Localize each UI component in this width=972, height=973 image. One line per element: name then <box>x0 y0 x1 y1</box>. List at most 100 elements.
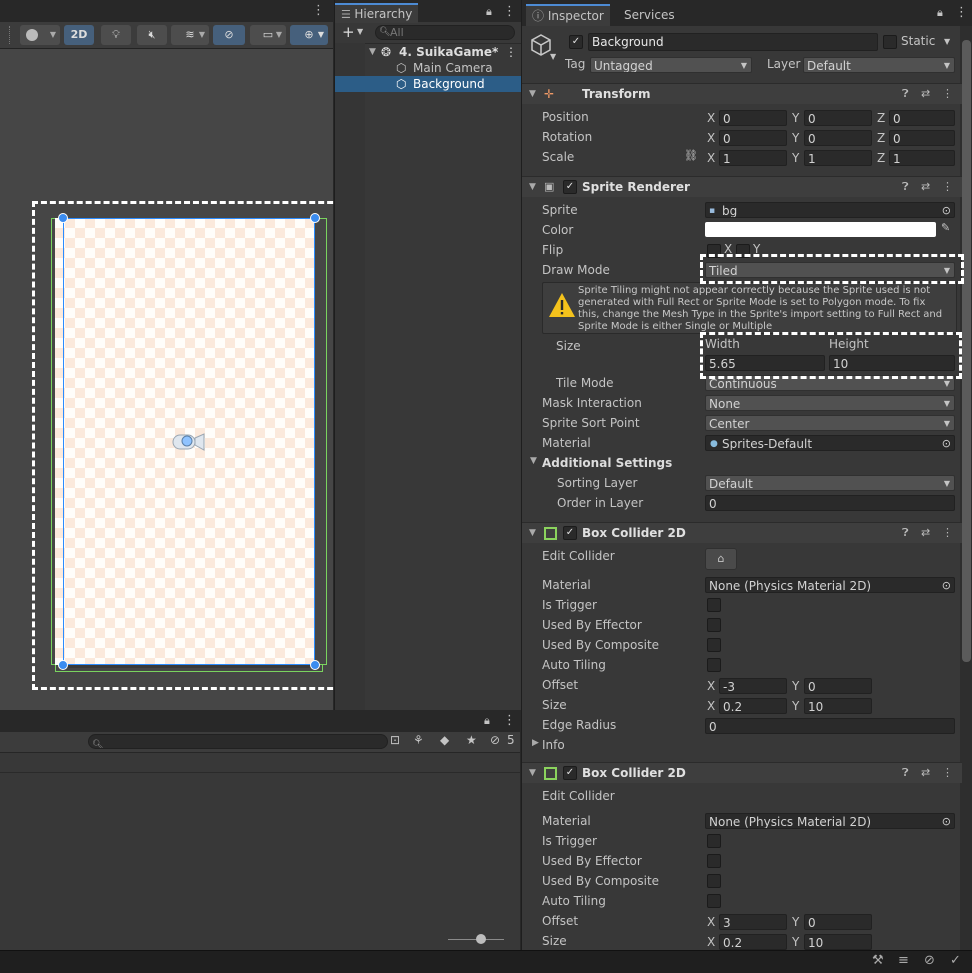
box-collider-enabled-checkbox[interactable]: ✓ <box>563 526 577 540</box>
scene-row[interactable]: ▼ ❂ 4. SuikaGame* ⋮ <box>335 44 521 60</box>
more-options-icon[interactable]: ⋮ <box>942 177 953 197</box>
material-object-field[interactable]: ● Sprites-Default ⊙ <box>705 435 955 451</box>
collapse-icon[interactable]: ▼ <box>529 177 536 197</box>
offset-y-field[interactable]: 0 <box>804 678 872 694</box>
offset-x-field[interactable]: 3 <box>719 914 787 930</box>
lighting-toggle-button[interactable]: 💡︎ <box>101 25 131 45</box>
object-picker-icon[interactable]: ⊙ <box>942 436 951 450</box>
active-checkbox[interactable]: ✓ <box>569 35 583 49</box>
chevron-down-icon[interactable]: ▼ <box>550 52 556 61</box>
scale-x-field[interactable]: 1 <box>719 150 787 166</box>
position-y-field[interactable]: 0 <box>804 110 872 126</box>
cache-server-icon[interactable]: ≡ <box>898 953 909 968</box>
offset-x-field[interactable]: -3 <box>719 678 787 694</box>
hierarchy-search-input[interactable]: 🔍︎ All <box>375 25 515 40</box>
scale-z-field[interactable]: 1 <box>889 150 955 166</box>
position-x-field[interactable]: 0 <box>719 110 787 126</box>
presets-icon[interactable]: ⇄ <box>921 763 930 783</box>
collapse-icon[interactable]: ▼ <box>529 523 536 543</box>
edit-collider-button[interactable]: ⌂ <box>705 548 737 570</box>
more-options-icon[interactable]: ⋮ <box>942 523 953 543</box>
physics-material-field[interactable]: None (Physics Material 2D) ⊙ <box>705 813 955 829</box>
zoom-slider-thumb[interactable] <box>476 934 486 944</box>
additional-settings-foldout[interactable]: Additional Settings <box>542 453 672 473</box>
favorite-star-icon[interactable]: ★ <box>466 733 477 747</box>
hierarchy-item[interactable]: ⬡ Main Camera <box>335 60 521 76</box>
box-collider-header[interactable]: ▼ ✓ Box Collider 2D ❓︎ ⇄ ⋮ <box>522 522 962 543</box>
effects-button[interactable]: ≋ ▼ <box>171 25 209 45</box>
object-picker-icon[interactable]: ⊙ <box>942 814 951 828</box>
hidden-packages-icon[interactable]: ⊘ <box>490 733 500 747</box>
project-search-input[interactable]: 🔍︎ <box>88 734 388 749</box>
rotation-y-field[interactable]: 0 <box>804 130 872 146</box>
add-button[interactable]: + <box>342 23 355 41</box>
offset-y-field[interactable]: 0 <box>804 914 872 930</box>
chevron-down-icon[interactable]: ▼ <box>357 27 363 36</box>
is-trigger-checkbox[interactable] <box>707 598 721 612</box>
network-off-icon[interactable]: ⊘ <box>924 953 935 968</box>
tab-services[interactable]: Services <box>618 6 681 24</box>
presets-icon[interactable]: ⇄ <box>921 523 930 543</box>
lock-icon[interactable]: 🔒︎ <box>486 5 492 19</box>
used-by-composite-checkbox[interactable] <box>707 638 721 652</box>
physics-material-field[interactable]: None (Physics Material 2D) ⊙ <box>705 577 955 593</box>
info-foldout[interactable]: Info <box>542 735 565 755</box>
static-dropdown-icon[interactable]: ▼ <box>944 37 950 46</box>
lock-icon[interactable]: 🔒︎ <box>937 6 943 20</box>
gizmos-button[interactable]: ⊕ ▼ <box>290 25 328 45</box>
constrain-proportions-icon[interactable]: ⛓︎ <box>684 149 698 162</box>
static-checkbox[interactable] <box>883 35 897 49</box>
tab-inspector[interactable]: ⓘ Inspector <box>526 4 610 26</box>
more-options-icon[interactable]: ⋮ <box>503 713 516 728</box>
box-collider-header[interactable]: ▼ ✓ Box Collider 2D ❓︎ ⇄ ⋮ <box>522 762 962 783</box>
audio-toggle-button[interactable]: 🔇︎ <box>137 25 167 45</box>
more-options-icon[interactable]: ⋮ <box>942 84 953 104</box>
edge-radius-field[interactable]: 0 <box>705 718 955 734</box>
mask-interaction-dropdown[interactable]: None <box>705 395 955 411</box>
foldout-arrow-icon[interactable]: ▼ <box>530 456 537 466</box>
tab-hierarchy[interactable]: ☰ Hierarchy <box>335 3 419 23</box>
help-icon[interactable]: ❓︎ <box>902 523 909 543</box>
size-x-field[interactable]: 0.2 <box>719 698 787 714</box>
progress-check-icon[interactable]: ✓ <box>950 953 961 968</box>
help-icon[interactable]: ❓︎ <box>902 84 909 104</box>
used-by-composite-checkbox[interactable] <box>707 874 721 888</box>
more-options-icon[interactable]: ⋮ <box>942 763 953 783</box>
presets-icon[interactable]: ⇄ <box>921 177 930 197</box>
auto-tiling-checkbox[interactable] <box>707 894 721 908</box>
label-icon[interactable]: ◆ <box>440 733 449 747</box>
used-by-effector-checkbox[interactable] <box>707 618 721 632</box>
help-icon[interactable]: ❓︎ <box>902 763 909 783</box>
color-swatch[interactable] <box>705 222 936 237</box>
scrollbar-thumb[interactable] <box>962 40 971 662</box>
scene-visibility-button[interactable]: ⊘ <box>213 25 245 45</box>
2d-toggle-button[interactable]: 2D <box>64 25 94 45</box>
is-trigger-checkbox[interactable] <box>707 834 721 848</box>
transform-header[interactable]: ▼ ✛ Transform ❓︎ ⇄ ⋮ <box>522 83 962 104</box>
filter-type-icon[interactable]: ⚘ <box>413 733 424 747</box>
help-icon[interactable]: ❓︎ <box>902 177 909 197</box>
object-picker-icon[interactable]: ⊙ <box>942 203 951 217</box>
more-options-icon[interactable]: ⋮ <box>955 5 968 20</box>
lock-icon[interactable]: 🔒︎ <box>484 714 490 728</box>
more-options-icon[interactable]: ⋮ <box>503 4 516 19</box>
position-z-field[interactable]: 0 <box>889 110 955 126</box>
foldout-arrow-icon[interactable]: ▶ <box>532 738 539 748</box>
sorting-layer-dropdown[interactable]: Default <box>705 475 955 491</box>
size-y-field[interactable]: 10 <box>804 934 872 950</box>
sprite-renderer-enabled-checkbox[interactable]: ✓ <box>563 180 577 194</box>
expand-icon[interactable]: ▼ <box>369 44 376 60</box>
search-by-type-icon[interactable]: ⊡ <box>390 733 400 747</box>
sprite-renderer-header[interactable]: ▼ ▣ ✓ Sprite Renderer ❓︎ ⇄ ⋮ <box>522 176 962 197</box>
sort-point-dropdown[interactable]: Center <box>705 415 955 431</box>
presets-icon[interactable]: ⇄ <box>921 84 930 104</box>
order-in-layer-field[interactable]: 0 <box>705 495 955 511</box>
rotation-z-field[interactable]: 0 <box>889 130 955 146</box>
object-picker-icon[interactable]: ⊙ <box>942 578 951 592</box>
used-by-effector-checkbox[interactable] <box>707 854 721 868</box>
hierarchy-item-selected[interactable]: ⬡ Background <box>335 76 521 92</box>
object-name-input[interactable]: Background <box>588 33 878 51</box>
more-options-icon[interactable]: ⋮ <box>505 44 517 60</box>
more-options-icon[interactable]: ⋮ <box>312 3 325 18</box>
debug-off-icon[interactable]: ⚒ <box>872 953 884 968</box>
